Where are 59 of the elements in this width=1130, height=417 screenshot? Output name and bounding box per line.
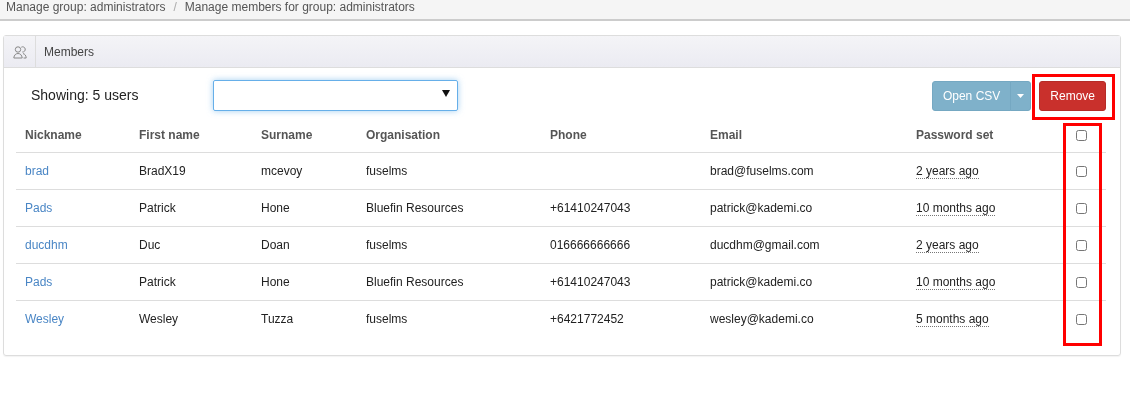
nickname-link[interactable]: Pads <box>25 275 53 289</box>
table-cell: fuselms <box>357 226 541 264</box>
table-cell: patrick@kademi.co <box>701 189 907 227</box>
password-set-time: 2 years ago <box>916 238 979 253</box>
table-cell: Tuzza <box>252 300 357 337</box>
table-cell: fuselms <box>357 152 541 190</box>
caret-icon <box>1017 94 1025 99</box>
caret-icon <box>442 90 450 97</box>
table-cell: brad@fuselms.com <box>701 152 907 190</box>
column-header: First name <box>130 118 252 153</box>
password-set-time: 10 months ago <box>916 201 996 216</box>
table-cell: wesley@kademi.co <box>701 300 907 337</box>
column-header: Email <box>701 118 907 153</box>
table-cell: +6421772452 <box>541 300 701 337</box>
column-header: Surname <box>252 118 357 153</box>
table-cell: Doan <box>252 226 357 264</box>
table-cell: patrick@kademi.co <box>701 263 907 301</box>
table-cell: Bluefin Resources <box>357 189 541 227</box>
table-cell: ducdhm@gmail.com <box>701 226 907 264</box>
password-set-time: 10 months ago <box>916 275 996 290</box>
nickname-link[interactable]: Wesley <box>25 312 65 326</box>
table-cell: Bluefin Resources <box>357 263 541 301</box>
open-csv-button[interactable]: Open CSV <box>931 80 1012 111</box>
nickname-link[interactable]: Pads <box>25 201 53 215</box>
filter-select[interactable] <box>213 80 458 111</box>
column-header: Nickname <box>16 118 130 153</box>
row-checkbox[interactable] <box>1076 203 1087 215</box>
breadcrumb-link[interactable]: Manage group: administrators <box>6 0 166 19</box>
table-cell: Hone <box>252 189 357 227</box>
select-all-checkbox[interactable] <box>1076 130 1087 142</box>
table-cell: mcevoy <box>252 152 357 190</box>
table-cell: +61410247043 <box>541 189 701 227</box>
password-set-time: 5 months ago <box>916 312 989 327</box>
panel-title: Members <box>43 43 94 61</box>
user-count: Showing: 5 users <box>30 86 140 105</box>
column-header: Organisation <box>357 118 541 153</box>
users-icon <box>12 44 27 59</box>
breadcrumb-link[interactable]: Manage members for group: administrators <box>184 0 415 19</box>
table-cell: Duc <box>130 226 252 264</box>
breadcrumb-separator: / <box>173 0 177 16</box>
remove-button[interactable]: Remove <box>1039 80 1106 111</box>
table-cell: Wesley <box>130 300 252 337</box>
table-cell: fuselms <box>357 300 541 337</box>
nickname-link[interactable]: ducdhm <box>25 238 68 252</box>
table-cell: Hone <box>252 263 357 301</box>
row-checkbox[interactable] <box>1076 240 1087 252</box>
table-cell: BradX19 <box>130 152 252 190</box>
table-cell: +61410247043 <box>541 263 701 301</box>
dropdown-toggle[interactable] <box>1010 80 1032 111</box>
password-set-time: 2 years ago <box>916 164 979 179</box>
column-header: Phone <box>541 118 701 153</box>
row-checkbox[interactable] <box>1076 314 1087 326</box>
column-header: Password set <box>907 118 1057 153</box>
table-cell: Patrick <box>130 263 252 301</box>
table-cell: Patrick <box>130 189 252 227</box>
nickname-link[interactable]: brad <box>25 164 50 178</box>
table-cell: 016666666666 <box>541 226 701 264</box>
row-checkbox[interactable] <box>1076 277 1087 289</box>
row-checkbox[interactable] <box>1076 166 1087 178</box>
